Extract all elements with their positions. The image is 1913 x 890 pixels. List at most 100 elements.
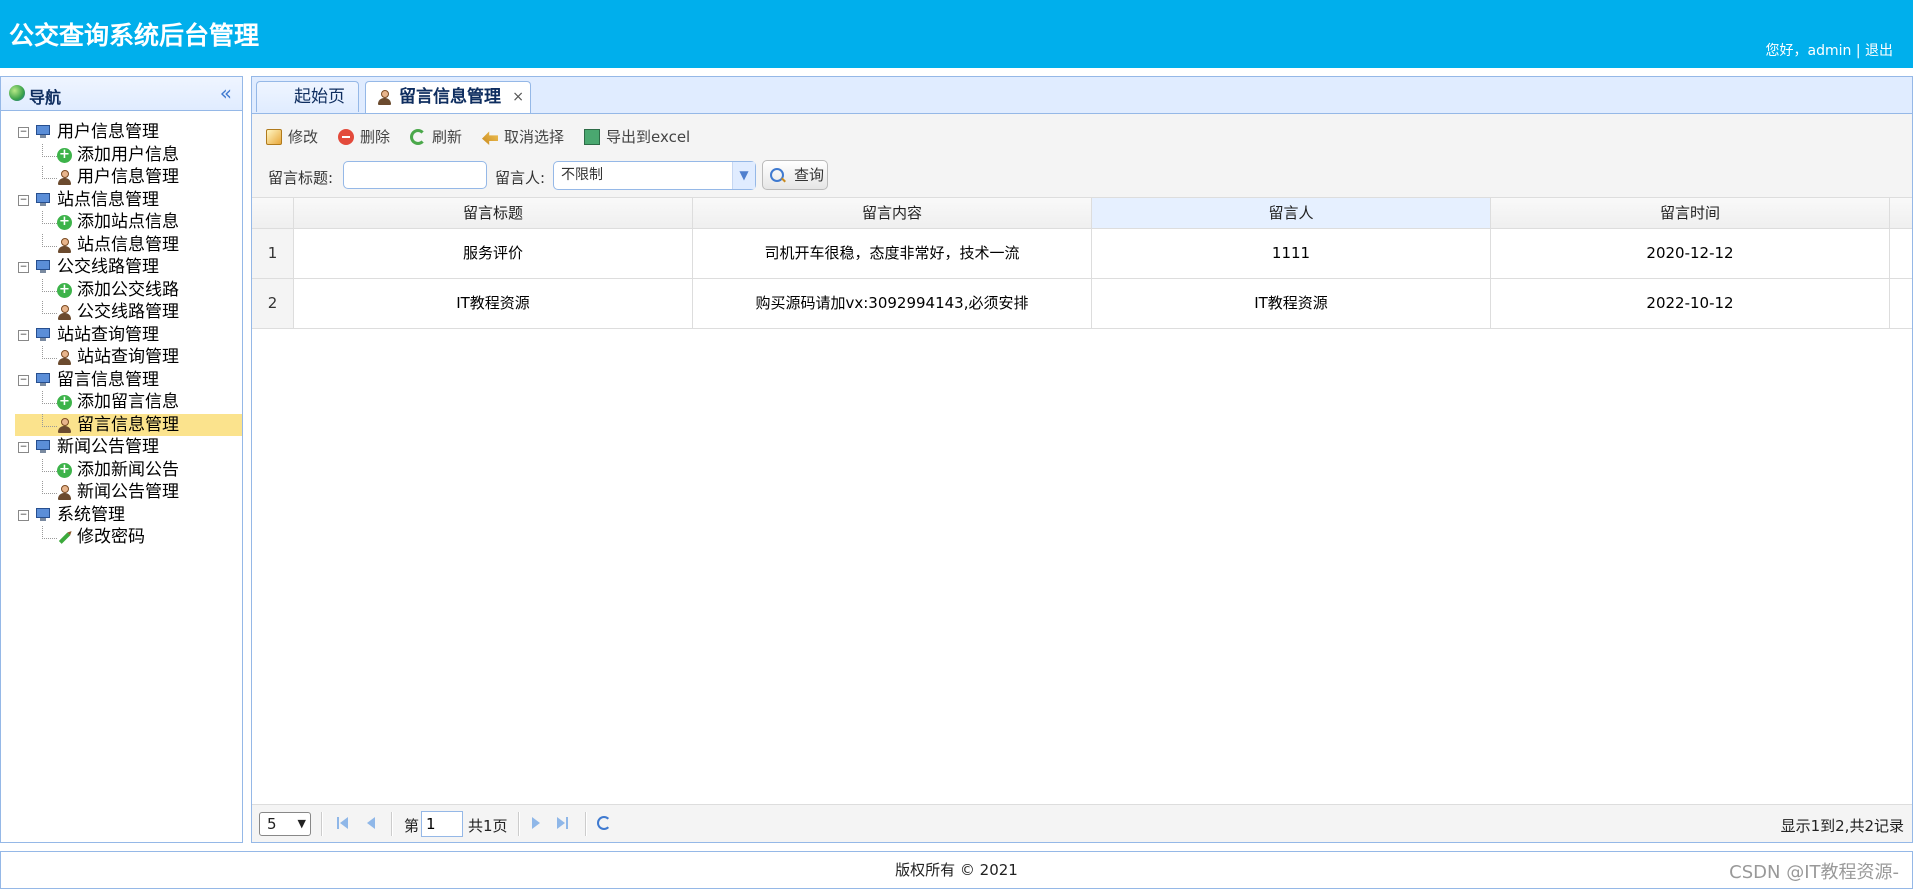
tree-item[interactable]: 修改密码: [1, 526, 242, 549]
refresh-icon: [410, 129, 426, 145]
tab-home-label: 起始页: [294, 87, 345, 107]
tree-item[interactable]: 新闻公告管理: [1, 481, 242, 504]
page-prefix: 第: [404, 817, 420, 835]
nav-tree: − 用户信息管理 + 添加用户信息 用户信息管理 − 站点信息管理 + 添加站点信息 站点信息管理…: [1, 121, 242, 549]
tree-item[interactable]: + 添加新闻公告: [1, 458, 242, 482]
row-number: 1: [252, 229, 294, 278]
collapse-toggle-icon[interactable]: −: [18, 127, 29, 138]
page-size-select[interactable]: 5 ▼: [259, 812, 311, 836]
tab-bar: 起始页 留言信息管理 ×: [252, 77, 1912, 114]
tree-connector: [42, 233, 57, 247]
tree-group-label: 留言信息管理: [57, 369, 159, 390]
tree-item[interactable]: 站站查询管理: [1, 346, 242, 369]
table-row[interactable]: 1 服务评价 司机开车很稳，态度非常好，技术一流 1111 2020-12-12: [252, 229, 1912, 279]
tree-group[interactable]: − 用户信息管理: [1, 121, 242, 144]
computer-icon: [35, 327, 51, 341]
tree-group-label: 用户信息管理: [57, 122, 159, 142]
reload-icon[interactable]: [597, 816, 611, 830]
tree-group[interactable]: − 系统管理: [1, 504, 242, 527]
tree-item[interactable]: + 添加公交线路: [1, 278, 242, 302]
tree-item[interactable]: 公交线路管理: [1, 301, 242, 324]
username-link[interactable]: admin: [1808, 43, 1852, 59]
export-button-label: 导出到excel: [606, 128, 691, 146]
column-header-content[interactable]: 留言内容: [693, 198, 1092, 228]
user-icon: [57, 485, 72, 500]
delete-icon: [338, 129, 354, 145]
cell-time: 2022-10-12: [1491, 279, 1890, 328]
user-area: 您好，admin | 退出: [1766, 40, 1894, 60]
tree-item[interactable]: + 添加站点信息: [1, 211, 242, 234]
table-row[interactable]: 2 IT教程资源 购买源码请加vx:3092994143,必须安排 IT教程资源 202…: [252, 279, 1912, 329]
tree-connector: [42, 458, 57, 472]
tree-item[interactable]: + 添加留言信息: [1, 391, 242, 414]
collapse-toggle-icon[interactable]: −: [18, 262, 29, 273]
user-icon: [57, 417, 72, 433]
column-header-title[interactable]: 留言标题: [294, 198, 693, 228]
collapse-toggle-icon[interactable]: −: [18, 374, 29, 386]
page-number-input[interactable]: [421, 811, 463, 837]
first-page-icon[interactable]: [335, 815, 351, 831]
cell-content: 司机开车很稳，态度非常好，技术一流: [693, 229, 1092, 278]
tree-group[interactable]: − 留言信息管理: [1, 369, 242, 392]
tree-group[interactable]: − 站站查询管理: [1, 324, 242, 347]
computer-icon: [35, 125, 51, 138]
row-number: 2: [252, 279, 294, 328]
cell-author: IT教程资源: [1092, 279, 1491, 328]
collapse-toggle-icon[interactable]: −: [18, 442, 29, 453]
watermark-text: CSDN @IT教程资源-: [1729, 862, 1899, 883]
pager-info: 显示1到2,共2记录: [1780, 817, 1904, 835]
tree-group-label: 公交线路管理: [57, 257, 159, 277]
tab-home[interactable]: 起始页: [256, 81, 359, 112]
add-icon: +: [57, 147, 72, 163]
add-icon: +: [57, 282, 72, 298]
tree-item-label: 添加公交线路: [77, 279, 179, 300]
main-panel: 起始页 留言信息管理 × 修改 删除 刷新 取消选择 导出到excel 留言标题…: [251, 76, 1913, 843]
author-select[interactable]: 不限制 ▼: [553, 161, 756, 190]
tab-active-label: 留言信息管理: [399, 87, 501, 107]
column-header-author[interactable]: 留言人: [1092, 198, 1491, 228]
prev-page-icon[interactable]: [363, 815, 379, 831]
collapse-toggle-icon[interactable]: −: [18, 194, 29, 206]
add-icon: +: [57, 462, 72, 478]
last-page-icon[interactable]: [555, 815, 571, 831]
user-separator: |: [1851, 43, 1865, 59]
close-icon[interactable]: ×: [512, 82, 524, 112]
query-button[interactable]: 查询: [762, 160, 828, 190]
collapse-icon[interactable]: «: [220, 81, 232, 105]
tree-item[interactable]: 站点信息管理: [1, 233, 242, 257]
copyright-text: 版权所有 © 2021: [895, 861, 1018, 879]
query-button-label: 查询: [794, 166, 825, 184]
collapse-toggle-icon[interactable]: −: [18, 329, 29, 341]
search-icon: [770, 168, 784, 182]
author-label: 留言人:: [495, 169, 546, 187]
next-page-icon[interactable]: [528, 815, 544, 831]
tree-group[interactable]: − 新闻公告管理: [1, 436, 242, 459]
cell-title: 服务评价: [294, 229, 693, 278]
add-icon: +: [57, 215, 72, 230]
chevron-down-icon[interactable]: ▼: [732, 162, 755, 189]
tree-item[interactable]: 用户信息管理: [1, 166, 242, 189]
tree-item[interactable]: 留言信息管理: [15, 413, 242, 436]
tab-message-management[interactable]: 留言信息管理 ×: [365, 81, 531, 113]
tree-connector: [42, 346, 57, 359]
collapse-toggle-icon[interactable]: −: [18, 509, 29, 521]
chevron-down-icon: ▼: [297, 817, 306, 830]
tree-item-label: 用户信息管理: [77, 167, 179, 187]
user-icon: [57, 237, 72, 253]
tree-group[interactable]: − 站点信息管理: [1, 189, 242, 212]
tree-item[interactable]: + 添加用户信息: [1, 143, 242, 167]
grid-header: 留言标题 留言内容 留言人 留言时间: [252, 197, 1912, 229]
column-header-time[interactable]: 留言时间: [1491, 198, 1890, 228]
logout-link[interactable]: 退出: [1865, 43, 1893, 59]
page-footer: 版权所有 © 2021: [0, 851, 1913, 889]
user-icon: [57, 350, 72, 365]
title-search-input[interactable]: [343, 161, 487, 189]
edit-button-label: 修改: [288, 128, 319, 146]
tree-group[interactable]: − 公交线路管理: [1, 256, 242, 279]
tree-item-label: 留言信息管理: [77, 414, 179, 435]
user-icon: [57, 305, 72, 320]
tree-item-label: 添加新闻公告: [77, 459, 179, 480]
tree-connector: [42, 391, 57, 404]
tree-group-label: 站点信息管理: [57, 189, 159, 210]
nav-sidebar: 导航 « − 用户信息管理 + 添加用户信息 用户信息管理 − 站点信息管理 + 添加站点信息站…: [0, 76, 243, 843]
